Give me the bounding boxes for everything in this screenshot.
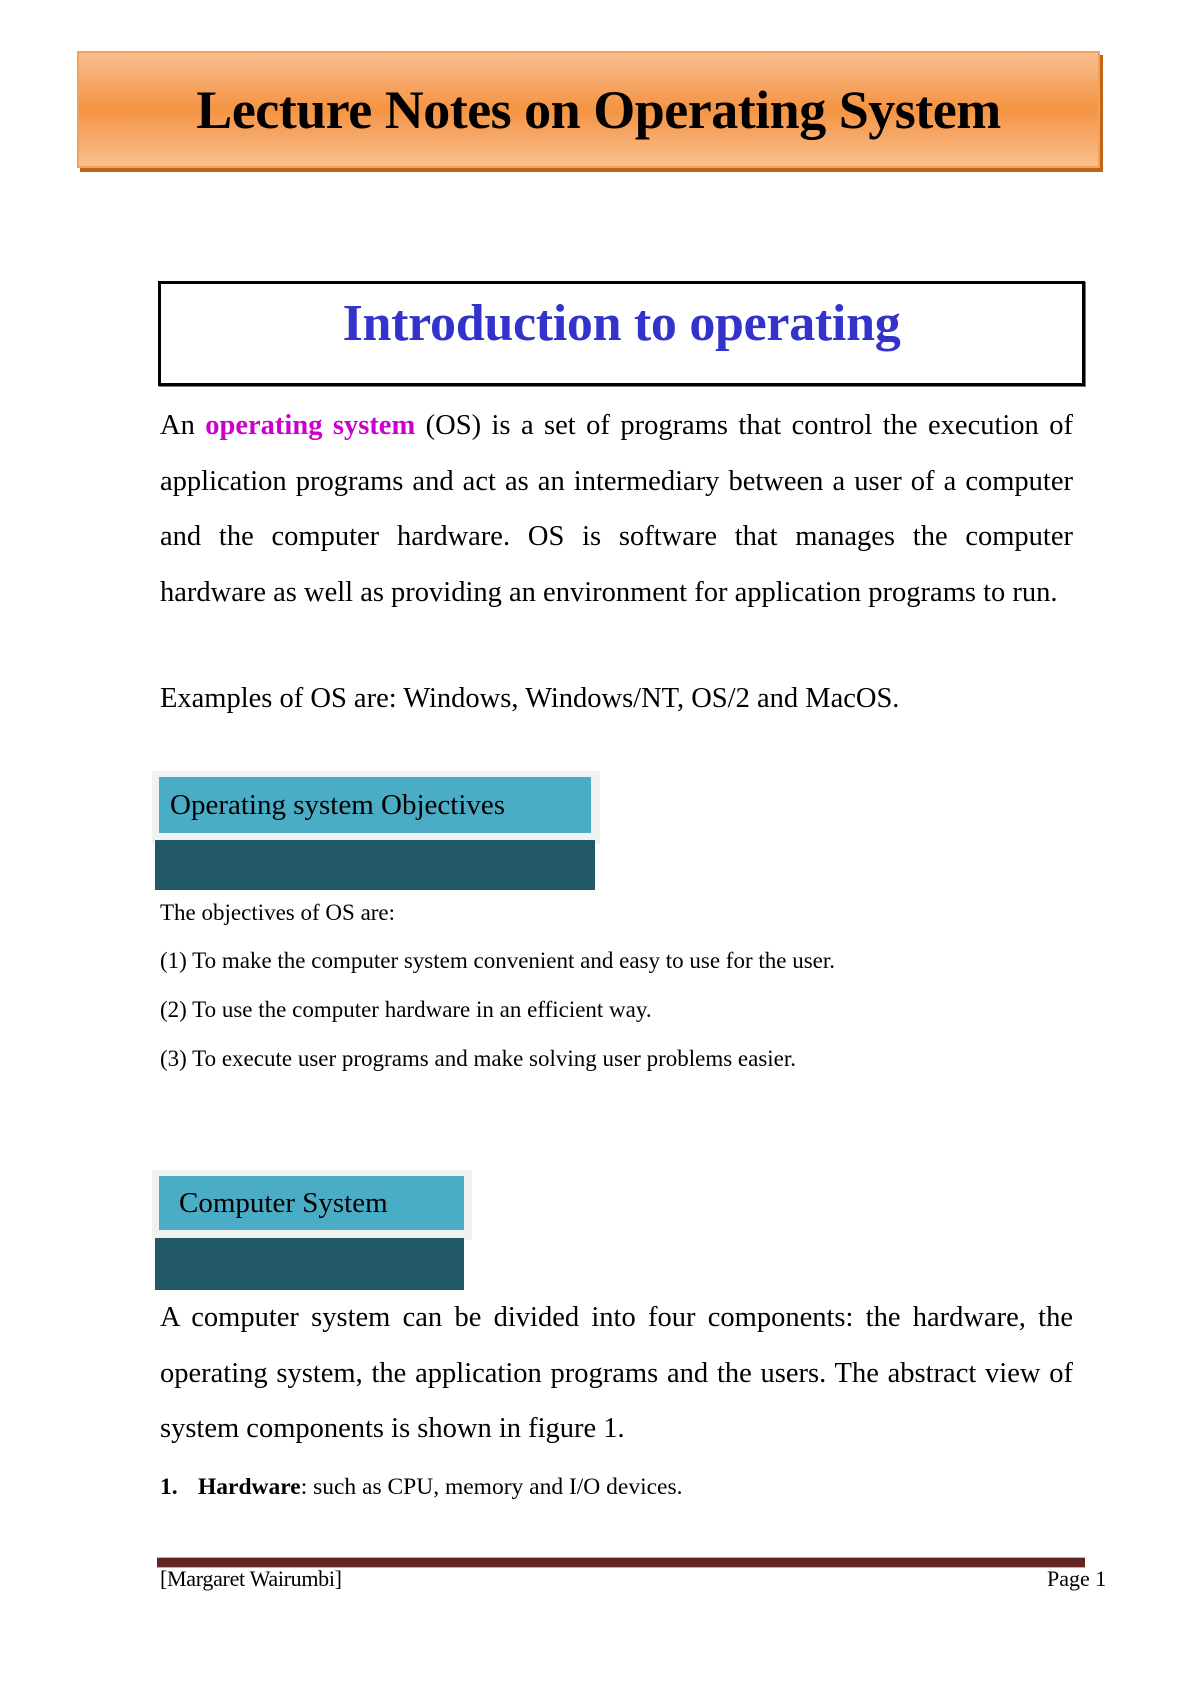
os-examples: Examples of OS are: Windows, Windows/NT,… [160,683,900,714]
intro-heading: Introduction to operating [342,295,901,352]
objective-item: (3) To execute user programs and make so… [160,1046,797,1071]
objectives-intro: The objectives of OS are: [160,900,396,925]
objectives-heading-bar [155,840,595,890]
objectives-heading: Operating system Objectives [159,777,591,833]
component-list-item: 1. Hardware: such as CPU, memory and I/O … [160,1472,683,1502]
document-title: Lecture Notes on Operating System [196,79,1001,140]
computer-system-paragraph: A computer system can be divided into fo… [160,1302,1073,1444]
computer-system-heading-bar [155,1238,464,1290]
intro-paragraph: An operating system (OS) is a set of pro… [160,398,1073,620]
title-banner: Lecture Notes on Operating System [77,51,1100,168]
footer-author: [Margaret Wairumbi] [160,1566,342,1591]
computer-system-heading: Computer System [159,1176,464,1230]
intro-paragraph-prefix: An [160,410,206,441]
list-term: Hardware [198,1474,301,1500]
list-number: 1. [160,1474,178,1500]
intro-heading-box: Introduction to operating [158,281,1085,386]
page-number: Page 1 [1047,1566,1107,1591]
computer-system-heading-label: Computer System [179,1186,388,1219]
objective-item: (2) To use the computer hardware in an e… [160,997,652,1022]
highlighted-term: operating system [205,410,416,441]
objectives-heading-label: Operating system Objectives [170,788,506,821]
list-description: : such as CPU, memory and I/O devices. [300,1474,683,1500]
objective-item: (1) To make the computer system convenie… [160,948,835,973]
